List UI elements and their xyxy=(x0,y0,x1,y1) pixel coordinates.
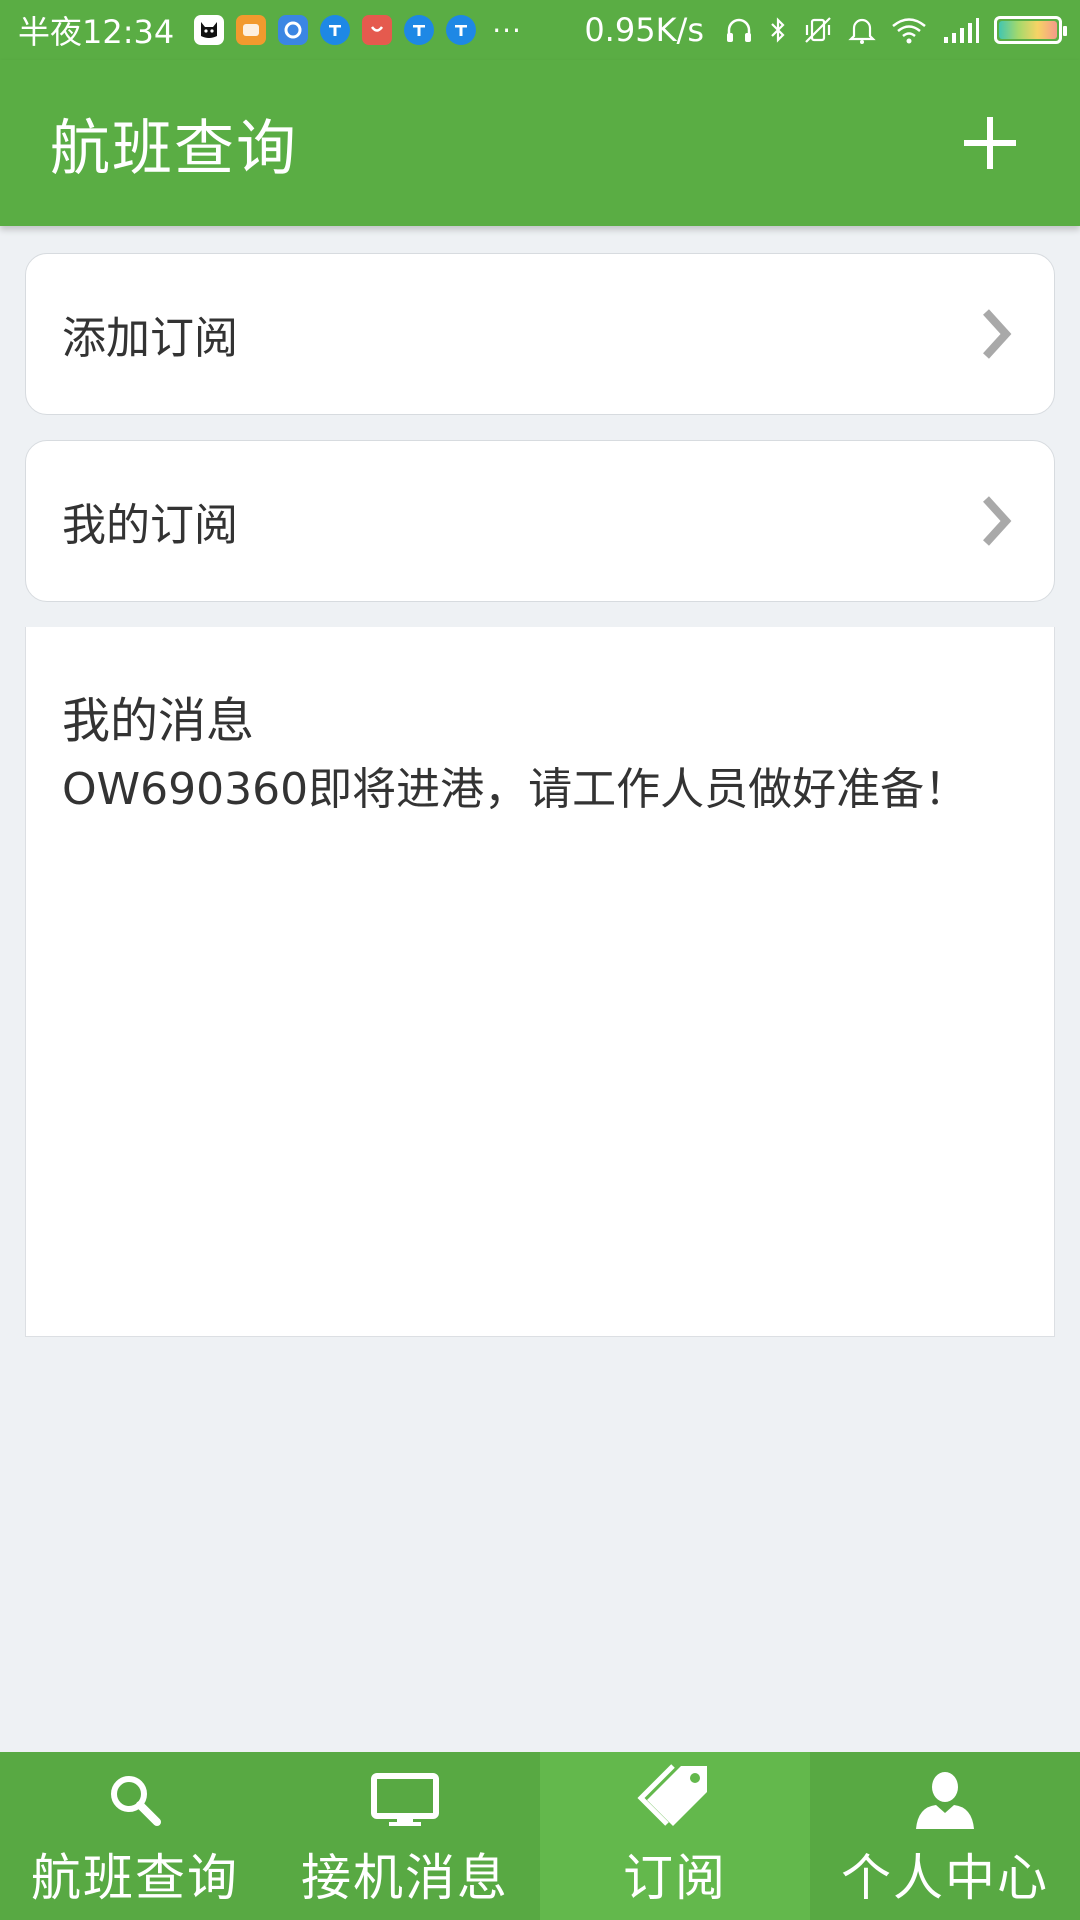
battery-level xyxy=(999,21,1057,39)
vibrate-off-icon xyxy=(802,15,834,45)
my-subscription-row[interactable]: 我的订阅 xyxy=(25,440,1055,602)
search-icon xyxy=(105,1752,165,1848)
tab-flight-search[interactable]: 航班查询 xyxy=(0,1752,270,1920)
monitor-icon xyxy=(369,1752,441,1848)
red-app-icon xyxy=(362,15,393,45)
tab-subscription[interactable]: 订阅 xyxy=(540,1752,810,1920)
bottom-nav: 航班查询 接机消息 订阅 个人中心 xyxy=(0,1752,1080,1920)
chevron-right-icon xyxy=(978,304,1018,364)
add-subscription-label: 添加订阅 xyxy=(62,313,238,364)
signal-icon xyxy=(942,15,980,45)
my-subscription-label: 我的订阅 xyxy=(62,500,238,551)
message-item: OW690360即将进港，请工作人员做好准备！ xyxy=(62,764,969,815)
status-right: 0.95K/s xyxy=(584,11,1067,49)
status-left: 半夜12:34 ··· xyxy=(18,7,522,53)
tab-personal-center[interactable]: 个人中心 xyxy=(810,1752,1080,1920)
app-bar: 航班查询 xyxy=(0,60,1080,226)
tab-pickup-messages[interactable]: 接机消息 xyxy=(270,1752,540,1920)
bell-icon xyxy=(848,15,876,45)
blue-app-icon xyxy=(278,15,309,45)
network-speed: 0.95K/s xyxy=(584,11,704,49)
wifi-icon xyxy=(890,15,928,45)
page-title: 航班查询 xyxy=(50,113,298,184)
more-notifications: ··· xyxy=(492,13,522,47)
zhihu-icon xyxy=(320,15,351,45)
messages-title: 我的消息 xyxy=(62,693,255,749)
headphone-icon xyxy=(724,15,754,45)
zhihu-icon xyxy=(404,15,435,45)
cat-app-icon xyxy=(194,15,225,45)
battery-icon xyxy=(994,16,1067,44)
message-panel: 我的消息 OW690360即将进港，请工作人员做好准备！ xyxy=(25,627,1055,1337)
tab-label: 个人中心 xyxy=(841,1849,1049,1907)
tag-icon xyxy=(637,1752,713,1848)
tab-label: 订阅 xyxy=(623,1849,727,1907)
status-bar: 半夜12:34 ··· 0.95K/s xyxy=(0,0,1080,60)
add-subscription-row[interactable]: 添加订阅 xyxy=(25,253,1055,415)
person-icon xyxy=(912,1752,978,1848)
orange-app-icon xyxy=(236,15,267,45)
tab-label: 航班查询 xyxy=(31,1849,239,1907)
bluetooth-icon xyxy=(768,15,788,45)
zhihu-icon xyxy=(446,15,477,45)
plus-icon xyxy=(964,117,1016,169)
chevron-right-icon xyxy=(978,491,1018,551)
tab-label: 接机消息 xyxy=(301,1849,509,1907)
add-button[interactable] xyxy=(950,103,1030,183)
status-time: 半夜12:34 xyxy=(18,13,175,51)
